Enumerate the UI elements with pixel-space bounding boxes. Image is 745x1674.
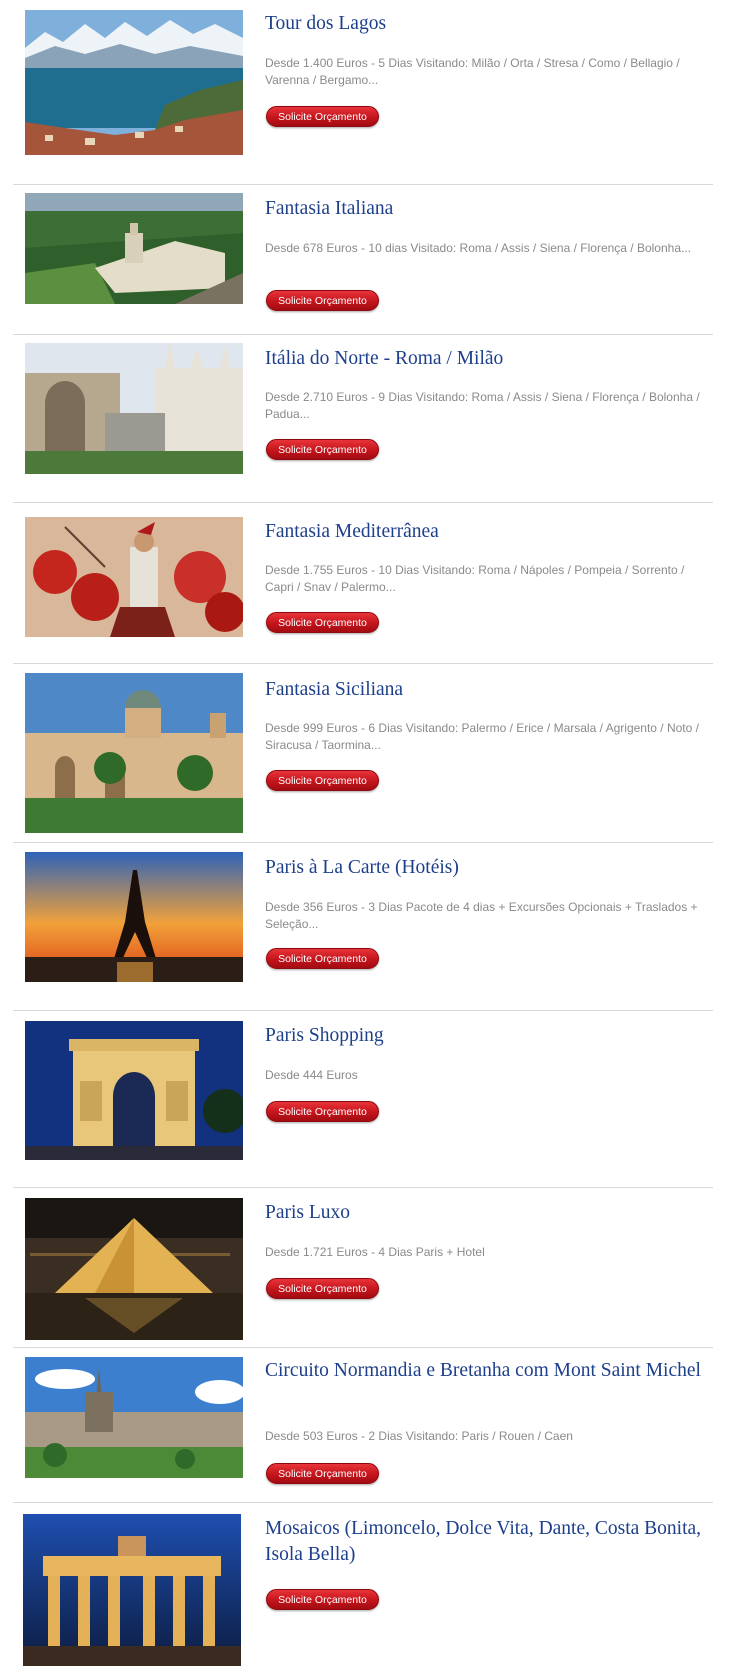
tour-image-arc-de-triomphe[interactable]: [25, 1021, 243, 1160]
tour-title[interactable]: Mosaicos (Limoncelo, Dolce Vita, Dante, …: [265, 1516, 705, 1568]
tour-description: Desde 678 Euros - 10 dias Visitado: Roma…: [265, 241, 692, 255]
request-quote-button[interactable]: Solicite Orçamento: [266, 1463, 379, 1484]
request-quote-button[interactable]: Solicite Orçamento: [266, 1589, 379, 1610]
tour-title[interactable]: Itália do Norte - Roma / Milão: [265, 346, 705, 372]
request-quote-button[interactable]: Solicite Orçamento: [266, 439, 379, 460]
divider: [13, 1010, 713, 1011]
tour-description: Desde 1.755 Euros - 10 Dias Visitando: R…: [265, 563, 685, 594]
divider: [13, 1347, 713, 1348]
tour-title[interactable]: Circuito Normandia e Bretanha com Mont S…: [265, 1358, 705, 1384]
tour-title[interactable]: Paris à La Carte (Hotéis): [265, 855, 705, 881]
tour-description: Desde 444 Euros: [265, 1068, 358, 1082]
tour-title[interactable]: Paris Shopping: [265, 1023, 705, 1049]
tour-title[interactable]: Fantasia Italiana: [265, 196, 705, 222]
request-quote-button[interactable]: Solicite Orçamento: [266, 770, 379, 791]
tour-image-eiffel-tower[interactable]: [25, 852, 243, 982]
tour-image-lake-mountains[interactable]: [25, 10, 243, 155]
tour-title[interactable]: Fantasia Mediterrânea: [265, 519, 705, 545]
tour-image-milan-cathedral[interactable]: [25, 343, 243, 474]
tour-description: Desde 1.400 Euros - 5 Dias Visitando: Mi…: [265, 56, 680, 87]
divider: [13, 842, 713, 843]
divider: [13, 663, 713, 664]
request-quote-button[interactable]: Solicite Orçamento: [266, 948, 379, 969]
request-quote-button[interactable]: Solicite Orçamento: [266, 612, 379, 633]
tour-description: Desde 356 Euros - 3 Dias Pacote de 4 dia…: [265, 900, 698, 931]
request-quote-button[interactable]: Solicite Orçamento: [266, 1101, 379, 1122]
request-quote-button[interactable]: Solicite Orçamento: [266, 106, 379, 127]
divider: [13, 184, 713, 185]
tour-image-palermo-cathedral[interactable]: [25, 673, 243, 833]
tour-title[interactable]: Fantasia Siciliana: [265, 677, 705, 703]
tour-image-brandenburg-gate[interactable]: [23, 1514, 241, 1666]
tour-image-louvre-pyramid[interactable]: [25, 1198, 243, 1340]
tour-image-rouen-cityscape[interactable]: [25, 1357, 243, 1478]
tour-description: Desde 999 Euros - 6 Dias Visitando: Pale…: [265, 721, 699, 752]
tour-image-roman-soldiers[interactable]: [25, 517, 243, 637]
divider: [13, 1187, 713, 1188]
request-quote-button[interactable]: Solicite Orçamento: [266, 1278, 379, 1299]
tour-description: Desde 503 Euros - 2 Dias Visitando: Pari…: [265, 1429, 573, 1443]
tour-image-assisi-basilica[interactable]: [25, 193, 243, 304]
tour-description: Desde 1.721 Euros - 4 Dias Paris + Hotel: [265, 1245, 485, 1259]
divider: [13, 502, 713, 503]
divider: [13, 334, 713, 335]
tour-title[interactable]: Paris Luxo: [265, 1200, 705, 1226]
tour-title[interactable]: Tour dos Lagos: [265, 11, 705, 37]
divider: [13, 1502, 713, 1503]
request-quote-button[interactable]: Solicite Orçamento: [266, 290, 379, 311]
tour-description: Desde 2.710 Euros - 9 Dias Visitando: Ro…: [265, 390, 700, 421]
